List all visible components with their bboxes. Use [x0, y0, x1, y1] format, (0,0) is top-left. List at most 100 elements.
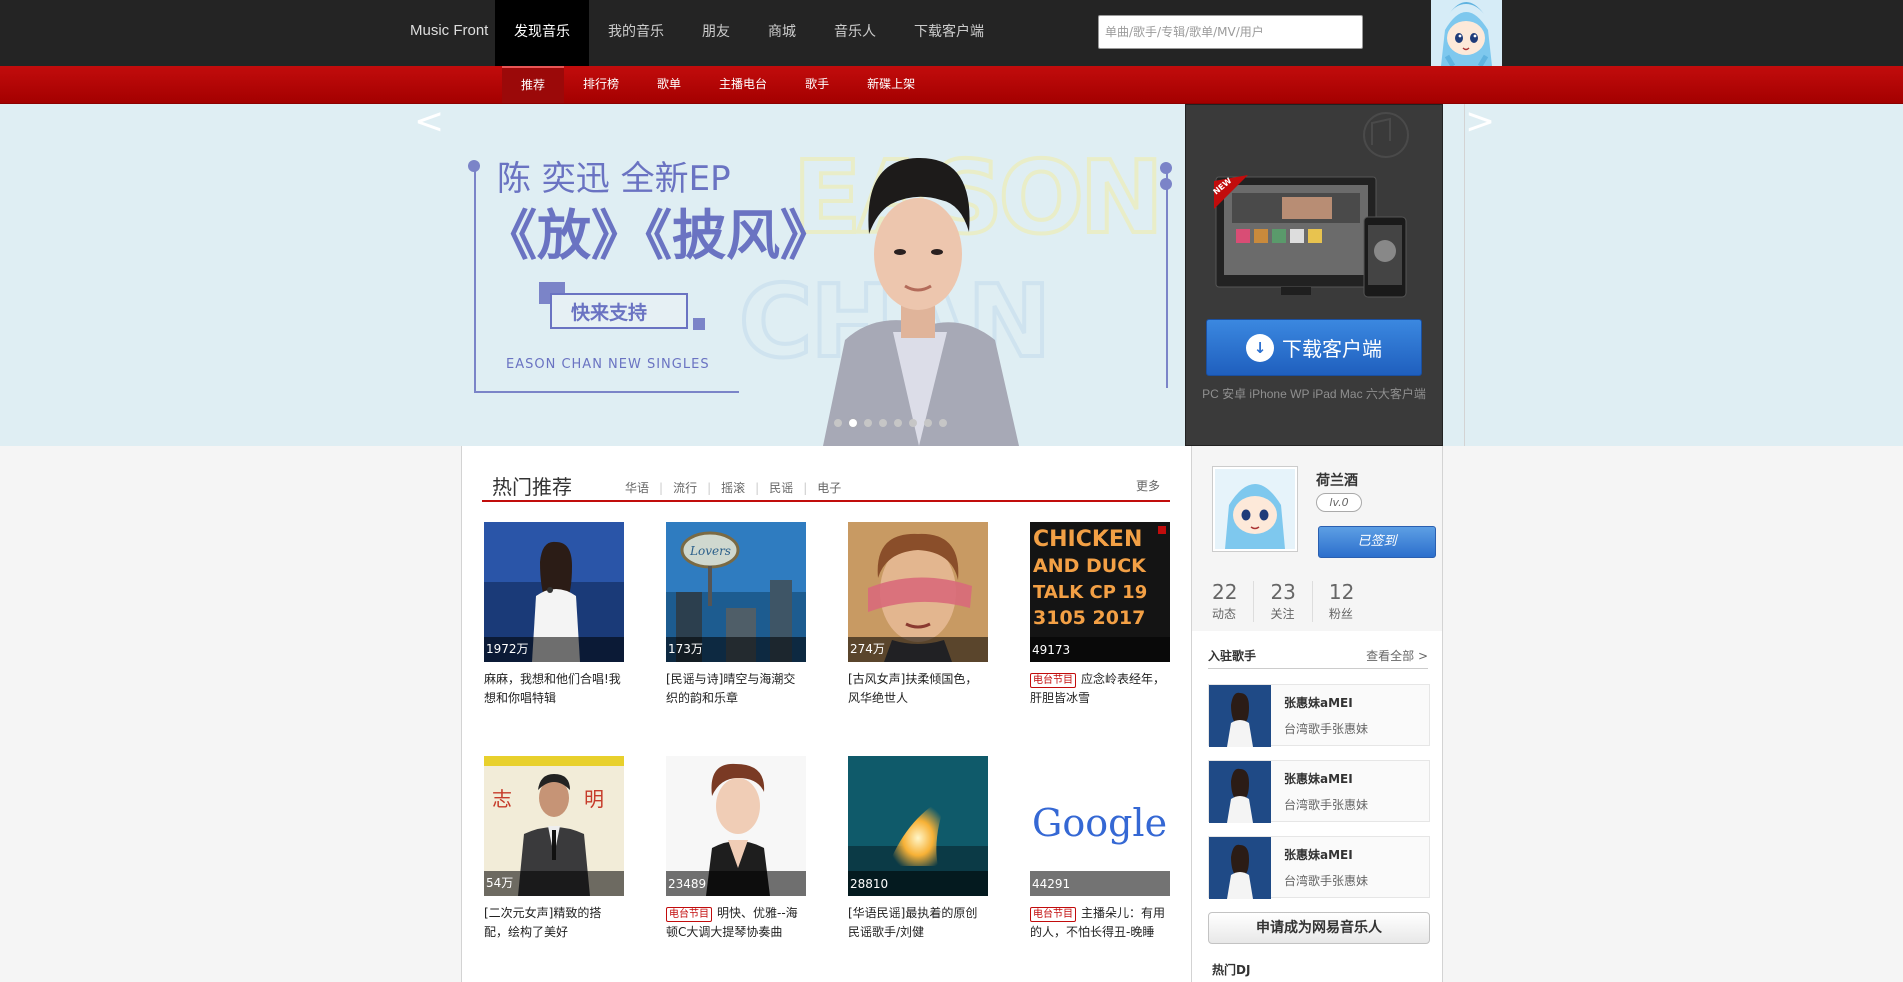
sidebar: 荷兰酒 lv.0 已签到 22 动态 23 关注 12 粉丝 入驻歌手 查看全部… [1191, 446, 1442, 982]
more-link[interactable]: 更多 [1136, 477, 1160, 494]
stat-label: 动态 [1212, 607, 1237, 621]
apply-musician-button[interactable]: 申请成为网易音乐人 [1208, 912, 1430, 944]
settled-singers-title: 入驻歌手 [1208, 649, 1257, 663]
hot-recommend-section: 热门推荐 华语 | 流行 | 摇滚 | 民谣 | 电子 更多 1972万 麻麻，… [462, 446, 1191, 982]
user-stats: 22 动态 23 关注 12 粉丝 [1212, 581, 1386, 622]
site-logo[interactable]: Music Front [410, 22, 488, 39]
playlist-card: 1972万 麻麻，我想和他们合唱!我想和你唱特辑 [484, 522, 624, 708]
subnav-playlists[interactable]: 歌单 [638, 66, 700, 103]
banner-next-arrow-icon[interactable]: > [1464, 104, 1715, 446]
subnav-new-albums[interactable]: 新碟上架 [848, 66, 934, 103]
radio-program-badge: 电台节目 [1030, 907, 1076, 922]
settled-singers-header: 入驻歌手 查看全部 > [1208, 645, 1428, 669]
playlist-title[interactable]: 电台节目 应念岭表经年，肝胆皆冰雪 [1030, 670, 1170, 708]
banner-dot[interactable] [879, 419, 887, 427]
banner-prev-arrow-icon[interactable]: < [414, 104, 1143, 446]
singer-description: 台湾歌手张惠妹 [1284, 798, 1369, 812]
subnav-artists[interactable]: 歌手 [786, 66, 848, 103]
play-count: 274万 [850, 642, 885, 656]
sub-navigation-bar: 推荐 排行榜 歌单 主播电台 歌手 新碟上架 [0, 66, 1903, 104]
playlist-cover[interactable]: 1972万 [484, 522, 624, 662]
download-arrow-icon: ↓ [1246, 333, 1274, 362]
playlist-cover[interactable]: Google 44291 [1030, 756, 1170, 896]
subnav-radio[interactable]: 主播电台 [700, 66, 786, 103]
subnav-charts[interactable]: 排行榜 [564, 66, 638, 103]
singer-name: 张惠妹aMEI [1284, 848, 1353, 862]
tag-rock[interactable]: 摇滚 [711, 479, 755, 496]
cover-poster-text: 3105 2017 [1033, 607, 1145, 629]
download-platforms-caption: PC 安卓 iPhone WP iPad Mac 六大客户端 [1202, 387, 1426, 401]
playlist-title[interactable]: 麻麻，我想和他们合唱!我想和你唱特辑 [484, 670, 624, 708]
cover-poster-text: AND DUCK [1033, 555, 1147, 577]
subnav-recommend[interactable]: 推荐 [502, 66, 565, 103]
view-all-singers-link[interactable]: 查看全部 > [1366, 647, 1428, 664]
user-info-box: 荷兰酒 lv.0 已签到 22 动态 23 关注 12 粉丝 [1192, 446, 1442, 631]
playlist-cover[interactable]: 28810 [848, 756, 988, 896]
user-avatar-icon[interactable] [1431, 0, 1502, 66]
playlist-cover[interactable]: CHICKEN AND DUCK TALK CP 19 3105 2017 49… [1030, 522, 1170, 662]
cover-logo-text: Google [1032, 801, 1167, 845]
tag-pop[interactable]: 流行 [663, 479, 707, 496]
nav-friends[interactable]: 朋友 [683, 0, 749, 66]
search-input[interactable] [1098, 15, 1363, 49]
avatar[interactable] [1212, 466, 1298, 552]
banner-dot[interactable] [834, 419, 842, 427]
stat-label: 粉丝 [1328, 607, 1353, 621]
playlist-card: Google 44291 电台节目 主播朵儿：有用的人，不怕长得丑-晚睡 [1030, 756, 1170, 942]
sub-nav: 推荐 排行榜 歌单 主播电台 歌手 新碟上架 [502, 66, 934, 104]
tag-chinese[interactable]: 华语 [615, 479, 659, 496]
playlist-title[interactable]: [二次元女声]精致的搭配，绘构了美好 [484, 904, 624, 942]
nav-store[interactable]: 商城 [749, 0, 815, 66]
banner-dot[interactable] [894, 419, 902, 427]
stat-number: 23 [1270, 580, 1296, 604]
tag-electronic[interactable]: 电子 [807, 479, 851, 496]
playlist-card: 志 明 54万 [二次元女声]精致的搭配，绘构了美好 [484, 756, 624, 942]
stat-number: 22 [1212, 580, 1238, 604]
banner-dot[interactable] [864, 419, 872, 427]
hot-recommend-header: 热门推荐 华语 | 流行 | 摇滚 | 民谣 | 电子 更多 [482, 468, 1170, 502]
singer-card[interactable]: 张惠妹aMEI 台湾歌手张惠妹 [1208, 684, 1430, 747]
stat-following[interactable]: 23 关注 [1270, 580, 1313, 622]
user-name[interactable]: 荷兰酒 [1316, 470, 1358, 490]
playlist-cover[interactable]: 274万 [848, 522, 988, 662]
banner-dot[interactable] [939, 419, 947, 427]
singer-card[interactable]: 张惠妹aMEI 台湾歌手张惠妹 [1208, 760, 1430, 823]
singer-name: 张惠妹aMEI [1284, 696, 1353, 710]
nav-download-client[interactable]: 下载客户端 [895, 0, 1003, 66]
user-level-badge: lv.0 [1316, 493, 1362, 512]
cover-sign-text: 志 [492, 787, 512, 811]
download-client-button[interactable]: ↓ 下载客户端 [1206, 319, 1422, 376]
play-count: 1972万 [486, 642, 529, 656]
banner-dot[interactable] [924, 419, 932, 427]
playlist-title[interactable]: [华语民谣]最执着的原创民谣歌手/刘健 [848, 904, 988, 942]
stat-label: 关注 [1270, 607, 1295, 621]
tag-folk[interactable]: 民谣 [759, 479, 803, 496]
cover-poster-text: TALK CP 19 [1033, 582, 1147, 603]
signed-in-button[interactable]: 已签到 [1318, 526, 1436, 558]
playlist-title[interactable]: 电台节目 主播朵儿：有用的人，不怕长得丑-晚睡 [1030, 904, 1170, 942]
playlist-cover[interactable]: 志 明 54万 [484, 756, 624, 896]
playlist-cover[interactable]: Lovers 173万 [666, 522, 806, 662]
section-title[interactable]: 热门推荐 [492, 471, 572, 500]
download-client-label: 下载客户端 [1282, 337, 1382, 361]
play-count: 28810 [850, 877, 889, 891]
playlist-title[interactable]: [民谣与诗]晴空与海潮交织的韵和乐章 [666, 670, 806, 708]
cover-sign-text: 明 [584, 787, 604, 811]
playlist-cover[interactable]: 23489 [666, 756, 806, 896]
playlist-title[interactable]: 电台节目 明快、优雅--海顿C大调大提琴协奏曲 [666, 904, 806, 942]
nav-musician[interactable]: 音乐人 [815, 0, 895, 66]
stat-activity[interactable]: 22 动态 [1212, 580, 1255, 622]
cover-sign-text: Lovers [689, 544, 731, 558]
hot-dj-title: 热门DJ [1212, 963, 1251, 977]
banner-dot[interactable] [849, 419, 857, 427]
stat-followers[interactable]: 12 粉丝 [1329, 581, 1370, 622]
play-count: 49173 [1032, 643, 1071, 657]
main-content: 热门推荐 华语 | 流行 | 摇滚 | 民谣 | 电子 更多 1972万 麻麻，… [461, 446, 1443, 982]
banner-dot[interactable] [909, 419, 917, 427]
nav-discover-music[interactable]: 发现音乐 [495, 0, 589, 66]
playlist-title[interactable]: [古风女声]扶柔倾国色，风华绝世人 [848, 670, 988, 708]
play-count: 54万 [486, 876, 514, 890]
nav-my-music[interactable]: 我的音乐 [589, 0, 683, 66]
singer-card[interactable]: 张惠妹aMEI 台湾歌手张惠妹 [1208, 836, 1430, 899]
playlist-card: CHICKEN AND DUCK TALK CP 19 3105 2017 49… [1030, 522, 1170, 708]
